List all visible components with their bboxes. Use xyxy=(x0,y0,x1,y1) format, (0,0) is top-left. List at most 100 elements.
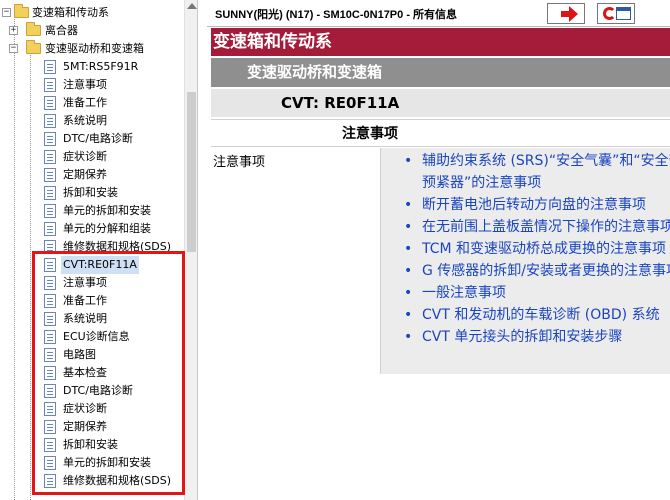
collapse-icon[interactable]: − xyxy=(2,8,11,17)
tree-item[interactable]: 5MT:RS5F91R xyxy=(0,58,184,76)
link-list-cell: • 辅助约束系统 (SRS)“安全气囊”和“安全带预紧器”的注意事项 • 断开蓄电池后… xyxy=(381,148,670,374)
bullet-icon: • xyxy=(404,285,413,301)
list-item: • 辅助约束系统 (SRS)“安全气囊”和“安全带预紧器”的注意事项 xyxy=(404,150,670,194)
tree-item-label: 5MT:RS5F91R xyxy=(63,60,139,73)
tree-item[interactable]: 单元的分解和组装 xyxy=(0,220,184,238)
document-icon xyxy=(44,60,56,74)
tree-item-label: 定期保养 xyxy=(63,420,107,433)
scroll-up-icon[interactable] xyxy=(187,3,197,9)
tree-item[interactable]: 维修数据和规格(SDS) xyxy=(0,472,184,490)
list-item: • CVT 和发动机的车载诊断 (OBD) 系统 xyxy=(404,304,670,326)
document-icon xyxy=(44,96,56,110)
tree-folder-item[interactable]: + 离合器 xyxy=(0,22,184,40)
tree-item[interactable]: 症状诊断 xyxy=(0,148,184,166)
back-window-button[interactable] xyxy=(597,3,635,24)
tree-item[interactable]: 单元的拆卸和安装 xyxy=(0,454,184,472)
tree-item[interactable]: DTC/电路诊断 xyxy=(0,130,184,148)
tree-item[interactable]: 拆卸和安装 xyxy=(0,184,184,202)
document-icon xyxy=(44,168,56,182)
tree-item-label: 准备工作 xyxy=(63,96,107,109)
tree-folder-item[interactable]: − 变速驱动桥和变速箱 xyxy=(0,40,184,58)
bullet-icon: • xyxy=(404,197,413,213)
tree-item[interactable]: 注意事项 xyxy=(0,76,184,94)
document-icon xyxy=(44,420,56,434)
document-icon xyxy=(44,78,56,92)
tree-item-label: 症状诊断 xyxy=(63,150,107,163)
tree-item[interactable]: DTC/电路诊断 xyxy=(0,382,184,400)
bullet-icon: • xyxy=(404,329,413,345)
document-title: SUNNY(阳光) (N17) - SM10C-0N17P0 - 所有信息 xyxy=(215,9,458,21)
tree-item[interactable]: 拆卸和安装 xyxy=(0,436,184,454)
section-title: 变速箱和传动系 xyxy=(211,28,670,56)
tree-item-label: 维修数据和规格(SDS) xyxy=(63,474,172,487)
precaution-link[interactable]: 断开蓄电池后转动方向盘的注意事项 xyxy=(422,197,646,213)
tree-item[interactable]: 准备工作 xyxy=(0,94,184,112)
expand-icon[interactable]: + xyxy=(9,26,18,35)
refresh-icon xyxy=(603,7,616,20)
document-icon xyxy=(44,402,56,416)
tree-item-label: DTC/电路诊断 xyxy=(63,384,133,397)
document-icon xyxy=(44,222,56,236)
subsection-title: 变速驱动桥和变速箱 xyxy=(211,58,670,87)
tree-item-label: DTC/电路诊断 xyxy=(63,132,133,145)
tree-item[interactable]: 系统说明 xyxy=(0,310,184,328)
tree-item-label: 准备工作 xyxy=(63,294,107,307)
tree-item-label: 系统说明 xyxy=(63,114,107,127)
tree-item[interactable]: 系统说明 xyxy=(0,112,184,130)
document-icon xyxy=(44,474,56,488)
tree-item[interactable]: 单元的拆卸和安装 xyxy=(0,202,184,220)
tree-item-label: 症状诊断 xyxy=(63,402,107,415)
document-icon xyxy=(44,348,56,362)
tree-item-label: 单元的分解和组装 xyxy=(63,222,151,235)
tree-item[interactable]: ECU诊断信息 xyxy=(0,328,184,346)
row-label: 注意事项 xyxy=(211,148,381,374)
tree-item[interactable]: 维修数据和规格(SDS) xyxy=(0,238,184,256)
tree-item[interactable]: 定期保养 xyxy=(0,166,184,184)
bullet-icon: • xyxy=(404,263,413,279)
list-item: • 一般注意事项 xyxy=(404,282,670,304)
document-icon xyxy=(44,294,56,308)
tree-item-label: 单元的拆卸和安装 xyxy=(63,204,151,217)
document-pane: SUNNY(阳光) (N17) - SM10C-0N17P0 - 所有信息 变速… xyxy=(207,0,670,500)
precaution-link[interactable]: 在无前围上盖板盖情况下操作的注意事项 xyxy=(422,219,670,235)
tree-folder-item[interactable]: − 变速箱和传动系 xyxy=(0,4,184,22)
document-icon xyxy=(44,186,56,200)
document-icon xyxy=(44,276,56,290)
tree-item-label: 系统说明 xyxy=(63,312,107,325)
tree-item[interactable]: 定期保养 xyxy=(0,418,184,436)
precaution-link[interactable]: CVT 单元接头的拆卸和安装步骤 xyxy=(422,329,622,345)
precaution-link[interactable]: G 传感器的拆卸/安装或者更换的注意事项 xyxy=(422,263,670,279)
next-page-button[interactable] xyxy=(547,3,585,24)
tree-item[interactable]: 基本检查 xyxy=(0,364,184,382)
document-icon xyxy=(44,384,56,398)
tree-item-label: 基本检查 xyxy=(63,366,107,379)
tree-item[interactable]: 准备工作 xyxy=(0,292,184,310)
folder-icon xyxy=(14,4,29,18)
precaution-link-list: • 辅助约束系统 (SRS)“安全气囊”和“安全带预紧器”的注意事项 • 断开蓄电池后… xyxy=(404,150,670,348)
tree-item[interactable]: 症状诊断 xyxy=(0,400,184,418)
scroll-thumb[interactable] xyxy=(187,92,196,252)
tree-item-label: 拆卸和安装 xyxy=(63,438,118,451)
precaution-link[interactable]: 一般注意事项 xyxy=(422,285,506,301)
precaution-link[interactable]: 辅助约束系统 (SRS)“安全气囊”和“安全带预紧器”的注意事项 xyxy=(422,153,670,191)
precaution-link[interactable]: CVT 和发动机的车载诊断 (OBD) 系统 xyxy=(422,307,660,323)
document-icon xyxy=(44,132,56,146)
tree-item[interactable]: 电路图 xyxy=(0,346,184,364)
tree-item-label: 变速箱和传动系 xyxy=(32,6,109,19)
tree-item-label: 拆卸和安装 xyxy=(63,186,118,199)
tree-item-label: ECU诊断信息 xyxy=(63,330,130,343)
tree-scrollbar[interactable] xyxy=(184,0,197,500)
tree-item[interactable]: CVT:RE0F11A xyxy=(0,256,184,274)
precaution-link[interactable]: TCM 和变速驱动桥总成更换的注意事项 xyxy=(422,241,666,257)
document-icon xyxy=(44,366,56,380)
document-icon xyxy=(44,150,56,164)
tree-item-label: CVT:RE0F11A xyxy=(61,256,139,274)
folder-icon xyxy=(26,40,41,54)
collapse-icon[interactable]: − xyxy=(9,44,18,53)
tree-item[interactable]: 注意事项 xyxy=(0,274,184,292)
window-icon xyxy=(616,7,631,20)
list-item: • TCM 和变速驱动桥总成更换的注意事项 xyxy=(404,238,670,260)
bullet-icon: • xyxy=(404,219,413,235)
table-row: 注意事项 • 辅助约束系统 (SRS)“安全气囊”和“安全带预紧器”的注意事项 • 断… xyxy=(211,148,670,374)
tree-item-label: 离合器 xyxy=(45,24,78,37)
